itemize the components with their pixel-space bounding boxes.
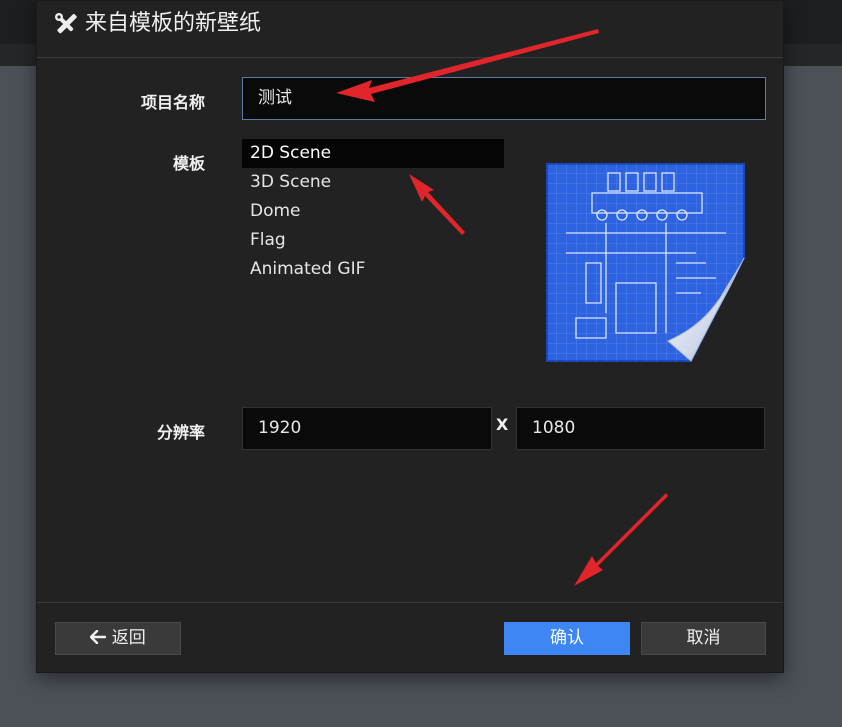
resolution-label: 分辨率: [156, 423, 205, 442]
back-button[interactable]: 返回: [55, 622, 181, 655]
template-list: 2D Scene 3D Scene Dome Flag Animated GIF: [242, 139, 504, 284]
back-button-label: 返回: [111, 628, 146, 648]
confirm-button[interactable]: 确认: [504, 622, 630, 655]
new-wallpaper-dialog: 来自模板的新壁纸 项目名称 测试 模板 2D Scene 3D Scene Do…: [36, 0, 784, 673]
project-name-input[interactable]: 测试: [242, 77, 766, 120]
project-name-label: 项目名称: [140, 93, 205, 112]
template-item-2d-scene[interactable]: 2D Scene: [242, 139, 504, 168]
template-item-animated-gif[interactable]: Animated GIF: [242, 255, 504, 284]
dialog-title: 来自模板的新壁纸: [85, 11, 262, 36]
template-item-dome[interactable]: Dome: [242, 197, 504, 226]
dialog-titlebar: 来自模板的新壁纸: [37, 1, 783, 58]
template-item-3d-scene[interactable]: 3D Scene: [242, 168, 504, 197]
resolution-height-input[interactable]: 1080: [516, 407, 765, 450]
footer-divider: [37, 602, 783, 603]
template-preview-image: [546, 163, 745, 362]
resolution-width-input[interactable]: 1920: [242, 407, 492, 450]
cancel-button[interactable]: 取消: [641, 622, 766, 655]
arrow-left-icon: [90, 629, 107, 645]
template-item-flag[interactable]: Flag: [242, 226, 504, 255]
template-label: 模板: [172, 154, 205, 173]
resolution-separator: X: [496, 415, 509, 434]
tools-icon: [55, 13, 77, 34]
